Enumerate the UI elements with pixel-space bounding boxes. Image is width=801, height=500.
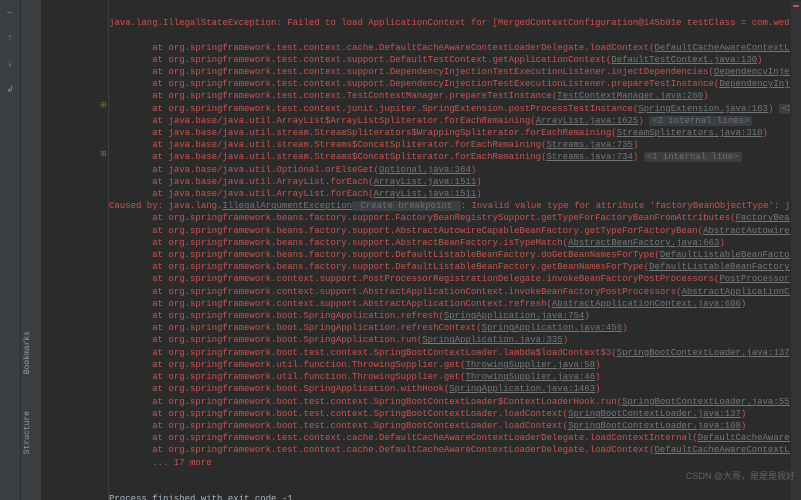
console-output[interactable]: java.lang.IllegalStateException: Failed … [109,1,790,500]
structure-tab[interactable]: Structure [21,405,41,460]
console-gutter: ⊞ ⊞ [42,1,109,500]
arrow-up-icon[interactable]: ↑ [4,32,16,44]
console-panel: ⊞ ⊞ java.lang.IllegalStateException: Fai… [42,0,801,500]
error-stripe [790,1,801,500]
gutter-marker-icon[interactable]: ⊞ [100,100,108,108]
left-toolbar: ← ↑ ↓ ↲ [0,0,21,500]
arrow-down-icon[interactable]: ↓ [4,58,16,70]
gutter-marker-icon[interactable]: ⊞ [100,149,108,157]
bookmarks-tab[interactable]: Bookmarks [21,325,41,380]
wrap-icon[interactable]: ↲ [4,84,16,96]
arrow-left-icon[interactable]: ← [4,6,16,18]
watermark: CSDN @大哥，是是是我好 [686,469,795,482]
left-tool-window-tabs: Structure Bookmarks [21,0,42,500]
